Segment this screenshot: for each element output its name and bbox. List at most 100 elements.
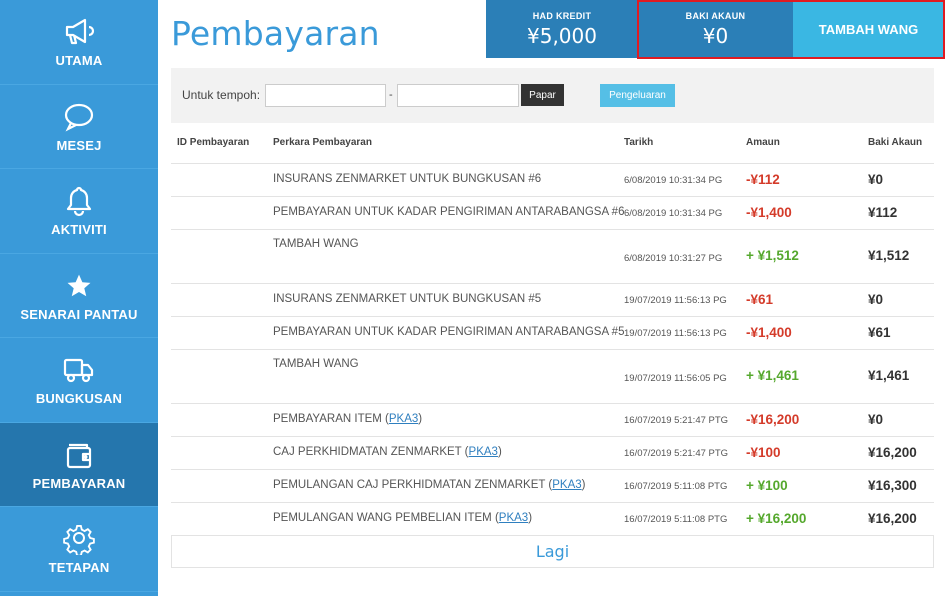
sidebar-item-label: TETAPAN: [48, 560, 110, 576]
order-link[interactable]: PKA3: [499, 512, 528, 524]
description-text: CAJ PERKHIDMATAN ZENMARKET (: [273, 446, 469, 458]
payment-date: 19/07/2019 11:56:13 PG: [624, 328, 727, 339]
sidebar-item-label: MESEJ: [56, 137, 102, 153]
table-row: INSURANS ZENMARKET UNTUK BUNGKUSAN #6 6/0…: [171, 163, 934, 196]
payments-table: ID Pembayaran Perkara Pembayaran Tarikh …: [171, 123, 934, 535]
sidebar-item-bungkusan[interactable]: BUNGKUSAN: [0, 338, 158, 423]
chat-bubble-icon: [62, 100, 96, 134]
payment-amount: + ¥1,512: [746, 248, 799, 263]
account-balance-after: ¥0: [868, 292, 884, 307]
table-row: PEMBAYARAN UNTUK KADAR PENGIRIMAN ANTARA…: [171, 196, 934, 229]
sidebar-item-pembayaran[interactable]: PEMBAYARAN: [0, 422, 158, 507]
payment-amount: -¥16,200: [746, 412, 800, 427]
payment-amount: + ¥1,461: [746, 368, 799, 383]
sidebar: UTAMA MESEJ AKTIVITI SENARAI PANTAU BUNG…: [0, 0, 158, 596]
order-link[interactable]: PKA3: [552, 479, 581, 491]
payment-description: INSURANS ZENMARKET UNTUK BUNGKUSAN #5: [273, 293, 541, 305]
account-balance-after: ¥1,461: [868, 368, 910, 383]
payment-description: TAMBAH WANG: [273, 358, 359, 370]
account-balance-after: ¥0: [868, 412, 884, 427]
header-payment-id: ID Pembayaran: [177, 137, 250, 148]
account-balance-after: ¥1,512: [868, 248, 910, 263]
truck-icon: [62, 353, 96, 387]
description-suffix: ): [528, 512, 533, 524]
payment-date: 19/07/2019 11:56:13 PG: [624, 295, 727, 306]
payment-amount: -¥61: [746, 292, 774, 307]
payment-date: 16/07/2019 5:11:08 PTG: [624, 481, 728, 492]
description-text: INSURANS ZENMARKET UNTUK BUNGKUSAN #6: [273, 173, 542, 185]
page-title: Pembayaran: [171, 14, 380, 53]
payment-description: INSURANS ZENMARKET UNTUK BUNGKUSAN #6: [273, 173, 541, 185]
credit-limit-box: HAD KREDIT ¥5,000: [486, 0, 638, 58]
account-balance-after: ¥61: [868, 325, 891, 340]
description-text: INSURANS ZENMARKET UNTUK BUNGKUSAN #5: [273, 293, 542, 305]
sidebar-item-aktiviti[interactable]: AKTIVITI: [0, 169, 158, 254]
sidebar-item-senarai-pantau[interactable]: SENARAI PANTAU: [0, 254, 158, 338]
megaphone-icon: [62, 15, 96, 49]
description-text: PEMULANGAN CAJ PERKHIDMATAN ZENMARKET (: [273, 479, 553, 491]
sidebar-item-utama[interactable]: UTAMA: [0, 0, 158, 85]
payment-amount: + ¥100: [746, 478, 788, 493]
payment-amount: + ¥16,200: [746, 511, 807, 526]
payment-description: PEMBAYARAN UNTUK KADAR PENGIRIMAN ANTARA…: [273, 326, 624, 338]
description-text: PEMBAYARAN UNTUK KADAR PENGIRIMAN ANTARA…: [273, 326, 625, 338]
table-body: INSURANS ZENMARKET UNTUK BUNGKUSAN #6 6/0…: [171, 163, 934, 535]
wallet-icon: [62, 438, 96, 472]
table-header: ID Pembayaran Perkara Pembayaran Tarikh …: [171, 123, 934, 163]
sidebar-item-label: AKTIVITI: [51, 222, 107, 238]
sidebar-item-label: PEMBAYARAN: [32, 475, 126, 491]
bell-icon: [62, 184, 96, 218]
account-balance-after: ¥112: [868, 205, 898, 220]
payment-amount: -¥1,400: [746, 325, 792, 340]
period-label: Untuk tempoh:: [182, 88, 261, 102]
payment-description: PEMBAYARAN UNTUK KADAR PENGIRIMAN ANTARA…: [273, 206, 624, 218]
description-text: TAMBAH WANG: [273, 238, 359, 250]
payment-date: 19/07/2019 11:56:05 PG: [624, 373, 727, 384]
table-row: INSURANS ZENMARKET UNTUK BUNGKUSAN #5 19/…: [171, 283, 934, 316]
payment-date: 16/07/2019 5:21:47 PTG: [624, 415, 729, 426]
payment-date: 6/08/2019 10:31:34 PG: [624, 175, 723, 186]
date-to-input[interactable]: [397, 84, 519, 107]
payment-date: 16/07/2019 5:21:47 PTG: [624, 448, 729, 459]
load-more-button[interactable]: Lagi: [171, 535, 934, 568]
show-button[interactable]: Papar: [521, 84, 564, 106]
payment-description: PEMULANGAN CAJ PERKHIDMATAN ZENMARKET (P…: [273, 479, 586, 491]
header-amount: Amaun: [746, 137, 780, 148]
description-text: PEMULANGAN WANG PEMBELIAN ITEM (: [273, 512, 499, 524]
description-text: PEMBAYARAN ITEM (: [273, 413, 389, 425]
header-description: Perkara Pembayaran: [273, 137, 372, 148]
description-suffix: ): [497, 446, 502, 458]
payment-date: 6/08/2019 10:31:34 PG: [624, 208, 723, 219]
sidebar-item-label: UTAMA: [55, 53, 103, 69]
account-balance-after: ¥16,300: [868, 478, 917, 493]
payment-amount: -¥1,400: [746, 205, 792, 220]
payment-description: CAJ PERKHIDMATAN ZENMARKET (PKA3): [273, 446, 502, 458]
header-date: Tarikh: [624, 137, 654, 148]
order-link[interactable]: PKA3: [389, 413, 418, 425]
description-text: TAMBAH WANG: [273, 358, 359, 370]
header-balance: Baki Akaun: [868, 137, 923, 148]
sidebar-item-label: SENARAI PANTAU: [20, 306, 138, 322]
table-row: TAMBAH WANG 6/08/2019 10:31:27 PG + ¥1,512…: [171, 229, 934, 283]
payment-description: TAMBAH WANG: [273, 238, 359, 250]
table-row: PEMULANGAN WANG PEMBELIAN ITEM (PKA3) 16/…: [171, 502, 934, 535]
payment-amount: -¥112: [746, 172, 780, 187]
payment-date: 16/07/2019 5:11:08 PTG: [624, 514, 728, 525]
sidebar-item-label: BUNGKUSAN: [35, 391, 123, 407]
description-text: PEMBAYARAN UNTUK KADAR PENGIRIMAN ANTARA…: [273, 206, 625, 218]
payment-date: 6/08/2019 10:31:27 PG: [624, 253, 723, 264]
table-row: PEMBAYARAN ITEM (PKA3) 16/07/2019 5:21:47…: [171, 403, 934, 436]
sidebar-item-tetapan[interactable]: TETAPAN: [0, 507, 158, 592]
sidebar-item-mesej[interactable]: MESEJ: [0, 85, 158, 169]
date-separator: -: [389, 89, 393, 101]
date-from-input[interactable]: [265, 84, 386, 107]
withdrawal-button[interactable]: Pengeluaran: [600, 84, 675, 107]
star-icon: [62, 269, 96, 303]
gear-icon: [62, 522, 96, 556]
order-link[interactable]: PKA3: [469, 446, 498, 458]
filter-bar: Untuk tempoh: - Papar Pengeluaran: [171, 68, 934, 123]
table-row: PEMULANGAN CAJ PERKHIDMATAN ZENMARKET (P…: [171, 469, 934, 502]
payment-description: PEMULANGAN WANG PEMBELIAN ITEM (PKA3): [273, 512, 532, 524]
payment-description: PEMBAYARAN ITEM (PKA3): [273, 413, 422, 425]
account-balance-after: ¥0: [868, 172, 884, 187]
